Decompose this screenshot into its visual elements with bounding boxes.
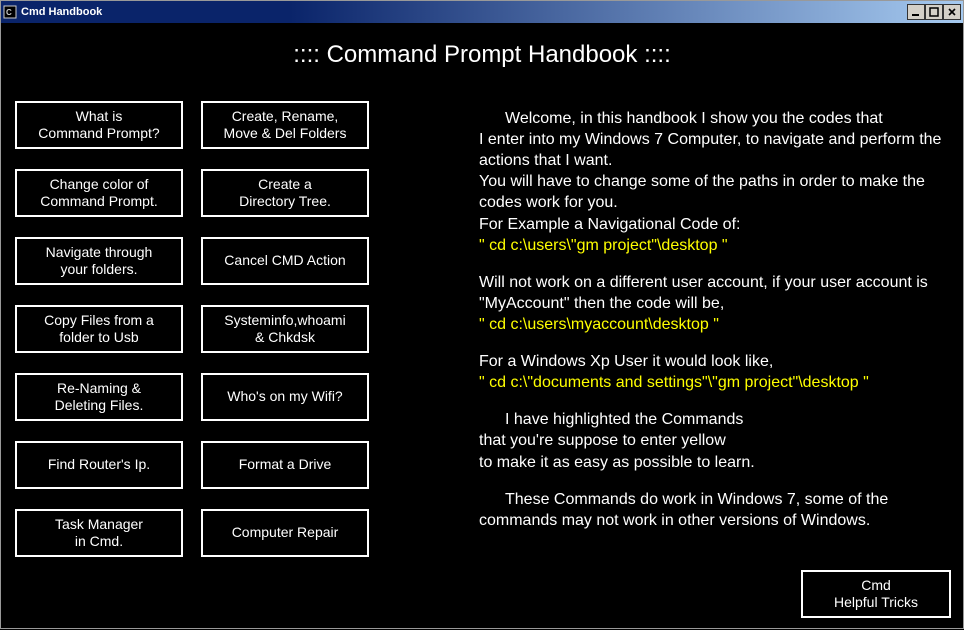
highlight-note: that you're suppose to enter yellow bbox=[479, 430, 949, 451]
navigate-folders-button[interactable]: Navigate throughyour folders. bbox=[15, 237, 183, 285]
create-rename-move-del-button[interactable]: Create, Rename,Move & Del Folders bbox=[201, 101, 369, 149]
helpful-tricks-button[interactable]: CmdHelpful Tricks bbox=[801, 570, 951, 618]
code-example-2: " cd c:\users\myaccount\desktop " bbox=[479, 314, 949, 335]
rename-delete-button[interactable]: Re-Naming &Deleting Files. bbox=[15, 373, 183, 421]
example-heading: For Example a Navigational Code of: bbox=[479, 214, 949, 235]
content-area: :::: Command Prompt Handbook :::: What i… bbox=[1, 23, 963, 630]
what-is-cmd-button[interactable]: What isCommand Prompt? bbox=[15, 101, 183, 149]
topic-button-grid: What isCommand Prompt? Create, Rename,Mo… bbox=[15, 101, 369, 557]
maximize-button[interactable] bbox=[925, 4, 943, 20]
whos-on-wifi-button[interactable]: Who's on my Wifi? bbox=[201, 373, 369, 421]
titlebar-left: C Cmd Handbook bbox=[3, 5, 102, 19]
systeminfo-button[interactable]: Systeminfo,whoami& Chkdsk bbox=[201, 305, 369, 353]
close-button[interactable] bbox=[943, 4, 961, 20]
code-example-3: " cd c:\"documents and settings"\"gm pro… bbox=[479, 372, 949, 393]
highlight-note: I have highlighted the Commands bbox=[479, 409, 949, 430]
app-window: C Cmd Handbook :::: Command Prompt Handb… bbox=[0, 0, 964, 629]
welcome-line: Welcome, in this handbook I show you the… bbox=[479, 108, 949, 129]
highlight-note: to make it as easy as possible to learn. bbox=[479, 452, 949, 473]
cancel-cmd-button[interactable]: Cancel CMD Action bbox=[201, 237, 369, 285]
welcome-text: Welcome, in this handbook I show you the… bbox=[479, 108, 949, 531]
task-manager-button[interactable]: Task Managerin Cmd. bbox=[15, 509, 183, 557]
computer-repair-button[interactable]: Computer Repair bbox=[201, 509, 369, 557]
xp-line: For a Windows Xp User it would look like… bbox=[479, 351, 949, 372]
window-controls bbox=[907, 4, 961, 20]
compat-note: These Commands do work in Windows 7, som… bbox=[479, 489, 949, 531]
app-icon: C bbox=[3, 5, 17, 19]
window-title: Cmd Handbook bbox=[21, 6, 102, 18]
directory-tree-button[interactable]: Create aDirectory Tree. bbox=[201, 169, 369, 217]
diff-account-line: Will not work on a different user accoun… bbox=[479, 272, 949, 314]
svg-text:C: C bbox=[6, 8, 12, 17]
copy-to-usb-button[interactable]: Copy Files from afolder to Usb bbox=[15, 305, 183, 353]
welcome-line: I enter into my Windows 7 Computer, to n… bbox=[479, 129, 949, 171]
find-router-ip-button[interactable]: Find Router's Ip. bbox=[15, 441, 183, 489]
format-drive-button[interactable]: Format a Drive bbox=[201, 441, 369, 489]
change-color-button[interactable]: Change color ofCommand Prompt. bbox=[15, 169, 183, 217]
minimize-button[interactable] bbox=[907, 4, 925, 20]
paths-line: You will have to change some of the path… bbox=[479, 171, 949, 213]
code-example-1: " cd c:\users\"gm project"\desktop " bbox=[479, 235, 949, 256]
titlebar: C Cmd Handbook bbox=[1, 1, 963, 23]
page-title: :::: Command Prompt Handbook :::: bbox=[11, 41, 953, 69]
